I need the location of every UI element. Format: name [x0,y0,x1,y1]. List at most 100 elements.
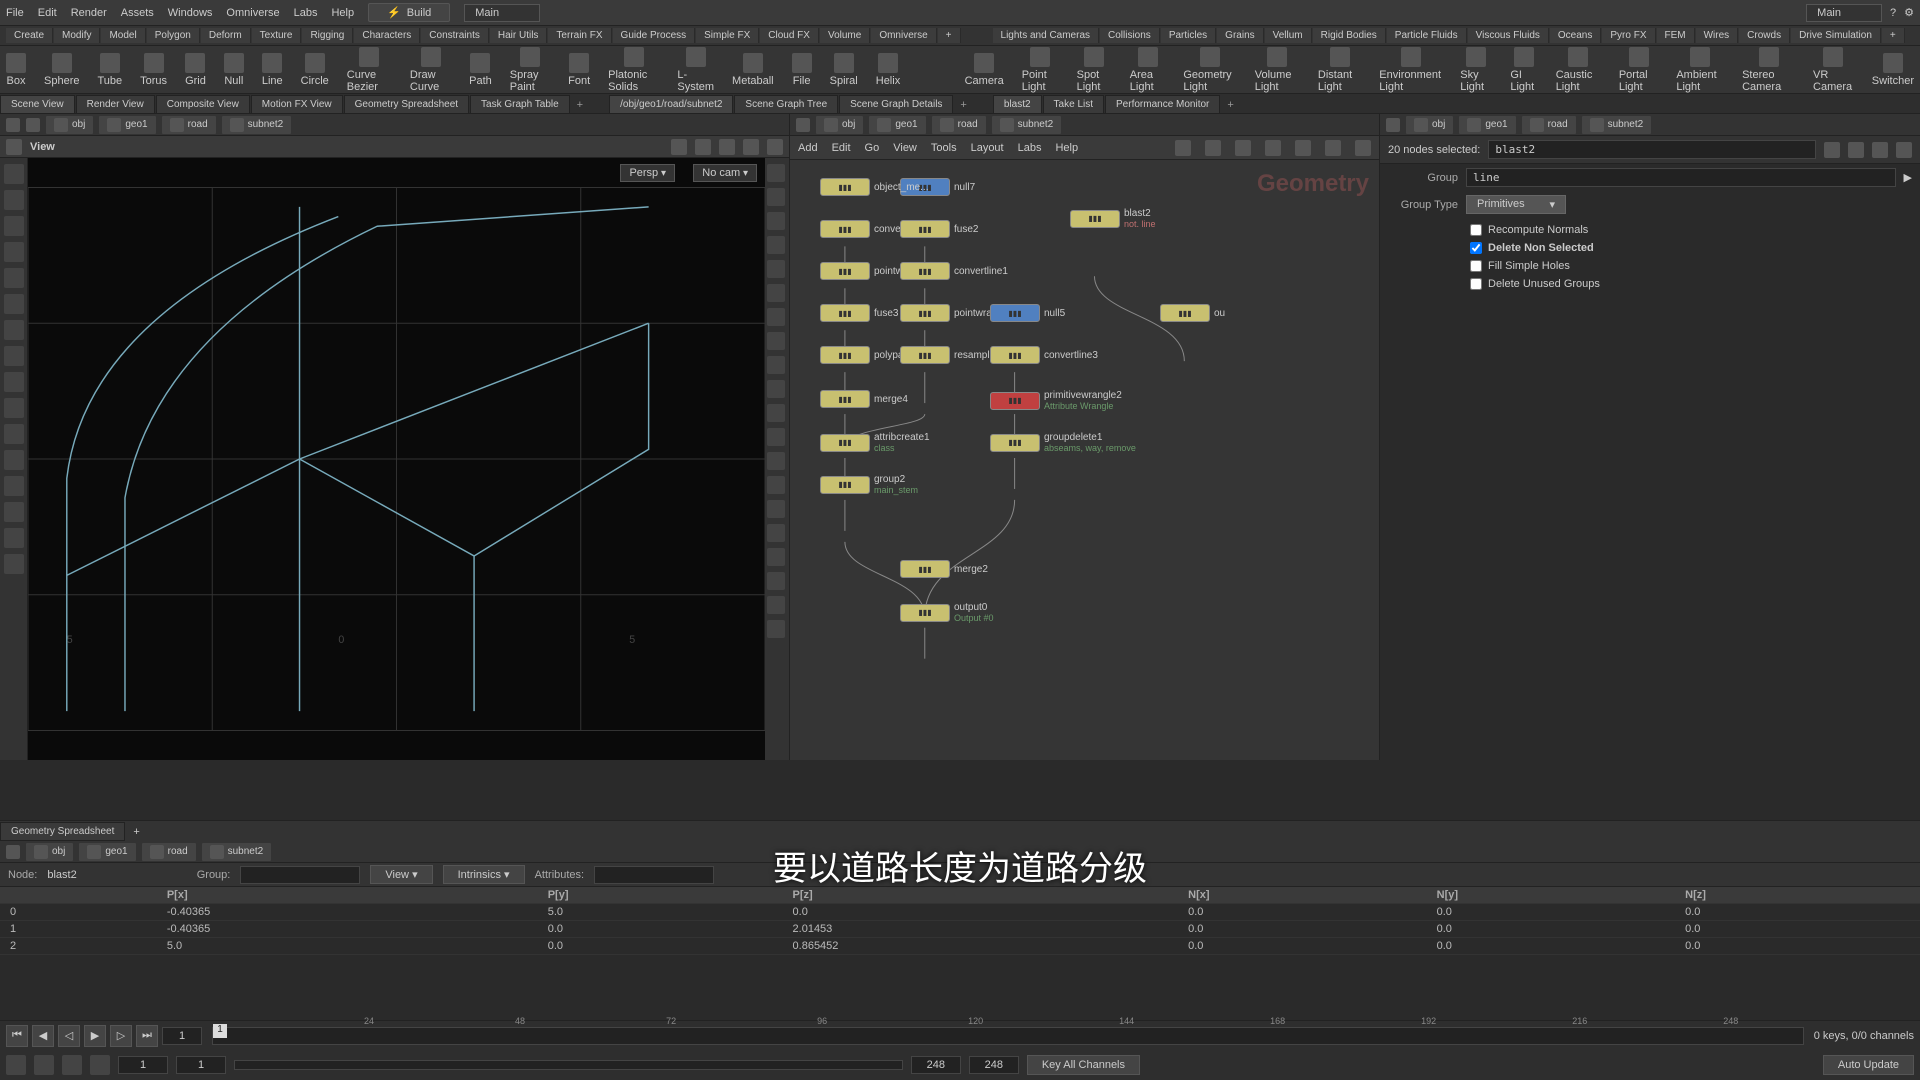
tab-motion-fx-view[interactable]: Motion FX View [251,95,343,113]
node-merge2[interactable]: ▮▮▮ merge2 [900,560,988,578]
tool-platonic-solids[interactable]: Platonic Solids [608,47,659,93]
tab-composite-view[interactable]: Composite View [156,95,250,113]
col-N[x][interactable]: N[x] [1178,887,1427,904]
shelf-rigging[interactable]: Rigging [302,28,353,43]
crumb-geo1[interactable]: geo1 [869,116,925,134]
tool-l-system[interactable]: L-System [677,47,714,93]
col-N[y][interactable]: N[y] [1427,887,1676,904]
crumb-obj[interactable]: obj [46,116,93,134]
range-start-field[interactable] [118,1056,168,1074]
vp-tool-15[interactable] [4,554,24,574]
vp-disp-11[interactable] [767,428,785,446]
crumb-obj[interactable]: obj [816,116,863,134]
tool-volume-light[interactable]: Volume Light [1255,47,1300,93]
crumb-subnet2[interactable]: subnet2 [222,116,292,134]
nodemenu-help[interactable]: Help [1055,142,1078,154]
vp-tool-0[interactable] [4,164,24,184]
play-icon[interactable]: ▶ [1904,171,1912,184]
recompute-normals-check[interactable]: Recompute Normals [1470,224,1912,236]
shelf-rigid-bodies[interactable]: Rigid Bodies [1313,28,1386,43]
vp-tool-4[interactable] [4,268,24,288]
vp-disp-18[interactable] [767,596,785,614]
settings-icon[interactable]: ⚙ [1904,6,1914,19]
tool-curve-bezier[interactable]: Curve Bezier [347,47,392,93]
vp-disp-0[interactable] [767,164,785,182]
next-frame-button[interactable]: ▷ [110,1025,132,1047]
vp-disp-3[interactable] [767,236,785,254]
add-tab[interactable]: + [1221,97,1239,113]
nodemenu-go[interactable]: Go [865,142,880,154]
tool-vr-camera[interactable]: VR Camera [1813,47,1854,93]
vp-opt2-icon[interactable] [695,139,711,155]
vp-tool-2[interactable] [4,216,24,236]
menu-assets[interactable]: Assets [121,7,154,19]
vp-tool-12[interactable] [4,476,24,496]
layout4-icon[interactable] [1295,140,1311,156]
prev-frame-button[interactable]: ◀ [32,1025,54,1047]
shelf-deform[interactable]: Deform [201,28,251,43]
play-button[interactable]: ▶ [84,1025,106,1047]
tl-opt2[interactable] [34,1055,54,1075]
crumb-obj[interactable]: obj [26,843,73,861]
vp-disp-13[interactable] [767,476,785,494]
shelf-constraints[interactable]: Constraints [421,28,489,43]
main-right-dropdown[interactable]: Main [1806,4,1882,22]
tool-distant-light[interactable]: Distant Light [1318,47,1361,93]
shelf-hair-utils[interactable]: Hair Utils [490,28,548,43]
tool-portal-light[interactable]: Portal Light [1619,47,1659,93]
nodemenu-add[interactable]: Add [798,142,818,154]
tool-geometry-light[interactable]: Geometry Light [1183,47,1236,93]
node-attribcreate1[interactable]: ▮▮▮ attribcreate1class [820,432,930,453]
tool-spot-light[interactable]: Spot Light [1077,47,1112,93]
tab-right-1[interactable]: Take List [1043,95,1104,113]
layout6-icon[interactable] [1355,140,1371,156]
back-icon[interactable] [6,845,20,859]
menu-help[interactable]: Help [331,7,354,19]
delete-unused-groups-check[interactable]: Delete Unused Groups [1470,278,1912,290]
layout5-icon[interactable] [1325,140,1341,156]
timeline-track[interactable]: 1 24487296120144168192216248 [212,1027,1804,1045]
nodemenu-layout[interactable]: Layout [971,142,1004,154]
group-filter-field[interactable] [240,866,360,884]
shelf-wires[interactable]: Wires [1696,28,1739,43]
shelf-add2[interactable]: + [1882,28,1905,43]
shelf-vellum[interactable]: Vellum [1265,28,1312,43]
node-object_merge[interactable]: ▮▮▮ object_me... [820,178,928,196]
node-group2[interactable]: ▮▮▮ group2main_stem [820,474,918,495]
vp-disp-19[interactable] [767,620,785,638]
vp-disp-7[interactable] [767,332,785,350]
snapshot-icon[interactable] [743,139,759,155]
node-merge4[interactable]: ▮▮▮ merge4 [820,390,908,408]
shelf-add[interactable]: + [938,28,961,43]
tool-null[interactable]: Null [224,53,244,87]
tab-task-graph-table[interactable]: Task Graph Table [470,95,570,113]
key-channels-dropdown[interactable]: Key All Channels [1027,1055,1140,1075]
vp-disp-9[interactable] [767,380,785,398]
node-name-field[interactable] [1488,140,1816,159]
tool-tube[interactable]: Tube [97,53,122,87]
tool-draw-curve[interactable]: Draw Curve [410,47,451,93]
auto-update-dropdown[interactable]: Auto Update [1823,1055,1914,1075]
tool-line[interactable]: Line [262,53,283,87]
tab-right-2[interactable]: Performance Monitor [1105,95,1220,113]
render-icon[interactable] [767,139,783,155]
node-blast2[interactable]: ▮▮▮ blast2not. line [1070,208,1156,229]
add-tab[interactable]: + [954,97,972,113]
search-icon[interactable] [1848,142,1864,158]
shelf-crowds[interactable]: Crowds [1739,28,1790,43]
tool-environment-light[interactable]: Environment Light [1379,47,1442,93]
shelf-oceans[interactable]: Oceans [1550,28,1601,43]
build-button[interactable]: ⚡Build [368,3,450,22]
tool-torus[interactable]: Torus [140,53,167,87]
node-primwrangle2[interactable]: ▮▮▮ primitivewrangle2Attribute Wrangle [990,390,1122,411]
vp-disp-4[interactable] [767,260,785,278]
nodemenu-labs[interactable]: Labs [1018,142,1042,154]
view-dropdown[interactable]: View ▾ [370,865,432,884]
menu-render[interactable]: Render [71,7,107,19]
shelf-pyro-fx[interactable]: Pyro FX [1602,28,1655,43]
shelf-collisions[interactable]: Collisions [1100,28,1160,43]
menu-labs[interactable]: Labs [294,7,318,19]
camera-persp-dropdown[interactable]: Persp ▾ [620,164,675,182]
col-P[x][interactable]: P[x] [157,887,538,904]
shelf-fem[interactable]: FEM [1657,28,1695,43]
